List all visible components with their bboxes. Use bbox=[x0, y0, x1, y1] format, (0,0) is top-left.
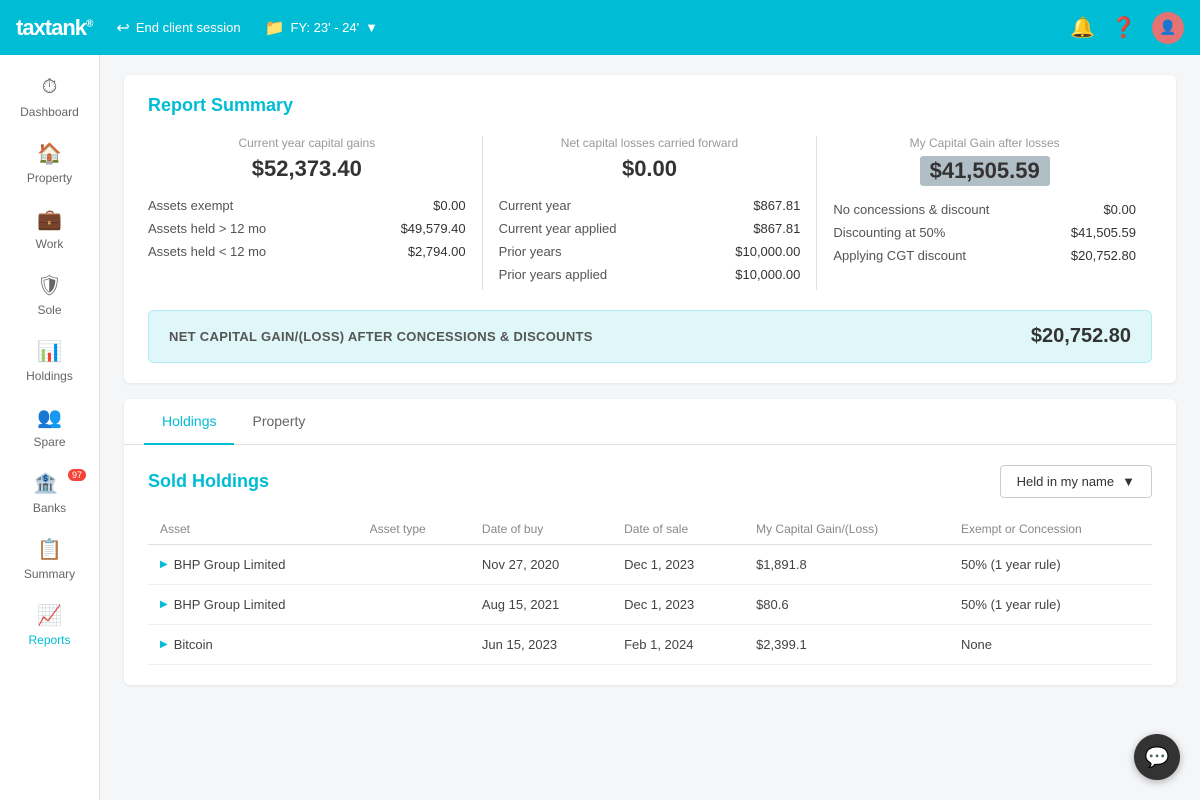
col-header-capital-gain: My Capital Gain/(Loss) bbox=[744, 514, 949, 545]
col-header-asset-type: Asset type bbox=[358, 514, 470, 545]
cell-capital-gain: $80.6 bbox=[744, 585, 949, 625]
top-nav: taxtank® ↩ End client session 📁 FY: 23' … bbox=[0, 0, 1200, 55]
tabs-card: Holdings Property Sold Holdings Held in … bbox=[124, 399, 1176, 685]
cell-asset: ▶ BHP Group Limited bbox=[148, 545, 358, 585]
sold-holdings-header: Sold Holdings Held in my name ▼ bbox=[148, 465, 1152, 498]
spare-icon: 👥 bbox=[36, 403, 64, 431]
col-header-exempt: Exempt or Concession bbox=[949, 514, 1152, 545]
chat-icon: 💬 bbox=[1145, 745, 1170, 770]
tab-property[interactable]: Property bbox=[234, 399, 323, 445]
sidebar-item-banks[interactable]: 🏦97 Banks bbox=[0, 459, 99, 525]
sidebar-item-sole[interactable]: 🛡 Sole bbox=[0, 261, 99, 327]
detail-row-assets-held-gt12: Assets held > 12 mo $49,579.40 bbox=[148, 221, 466, 236]
table-body: ▶ BHP Group Limited Nov 27, 2020 Dec 1, … bbox=[148, 545, 1152, 665]
net-gain-banner: NET CAPITAL GAIN/(LOSS) AFTER CONCESSION… bbox=[148, 310, 1152, 363]
net-gain-label: NET CAPITAL GAIN/(LOSS) AFTER CONCESSION… bbox=[169, 329, 593, 344]
summary-col-net-losses: Net capital losses carried forward $0.00… bbox=[483, 136, 818, 290]
row-expand-icon: ▶ bbox=[160, 599, 168, 610]
cell-date-sale: Dec 1, 2023 bbox=[612, 545, 744, 585]
held-in-my-name-dropdown[interactable]: Held in my name ▼ bbox=[1000, 465, 1152, 498]
chat-bubble-button[interactable]: 💬 bbox=[1134, 734, 1180, 780]
cell-exempt: None bbox=[949, 625, 1152, 665]
row-expand-icon: ▶ bbox=[160, 559, 168, 570]
nav-right: 🔔 ❓ 👤 bbox=[1070, 12, 1184, 44]
detail-row-assets-exempt: Assets exempt $0.00 bbox=[148, 198, 466, 213]
help-button[interactable]: ❓ bbox=[1111, 15, 1136, 40]
current-year-gains-value: $52,373.40 bbox=[252, 156, 362, 181]
sidebar-item-spare[interactable]: 👥 Spare bbox=[0, 393, 99, 459]
end-session-button[interactable]: ↩ End client session bbox=[116, 18, 240, 38]
summary-icon: 📋 bbox=[36, 535, 64, 563]
chevron-down-icon: ▼ bbox=[365, 20, 378, 35]
arrow-left-icon: ↩ bbox=[116, 18, 129, 38]
banks-icon: 🏦97 bbox=[36, 469, 64, 497]
report-summary-title: Report Summary bbox=[148, 95, 1152, 116]
summary-grid: Current year capital gains $52,373.40 As… bbox=[148, 136, 1152, 290]
sidebar-item-holdings[interactable]: 📊 Holdings bbox=[0, 327, 99, 393]
tabs-content: Sold Holdings Held in my name ▼ Asset As… bbox=[124, 445, 1176, 685]
tabs-header: Holdings Property bbox=[124, 399, 1176, 445]
cell-exempt: 50% (1 year rule) bbox=[949, 545, 1152, 585]
cell-date-sale: Feb 1, 2024 bbox=[612, 625, 744, 665]
detail-row-current-year-applied: Current year applied $867.81 bbox=[499, 221, 801, 236]
sidebar-item-property[interactable]: 🏠 Property bbox=[0, 129, 99, 195]
net-losses-value: $0.00 bbox=[622, 156, 677, 181]
main-content: Report Summary Current year capital gain… bbox=[100, 55, 1200, 800]
table-row[interactable]: ▶ Bitcoin Jun 15, 2023 Feb 1, 2024 $2,39… bbox=[148, 625, 1152, 665]
sidebar-item-reports[interactable]: 📈 Reports bbox=[0, 591, 99, 657]
cell-date-buy: Jun 15, 2023 bbox=[470, 625, 612, 665]
sidebar-item-summary[interactable]: 📋 Summary bbox=[0, 525, 99, 591]
sidebar: ⏱ Dashboard 🏠 Property 💼 Work 🛡 Sole 📊 H… bbox=[0, 55, 100, 800]
cell-asset: ▶ BHP Group Limited bbox=[148, 585, 358, 625]
fy-selector[interactable]: 📁 FY: 23' - 24' ▼ bbox=[265, 18, 378, 38]
capital-gain-value: $41,505.59 bbox=[920, 156, 1050, 186]
col-header-asset: Asset bbox=[148, 514, 358, 545]
detail-row-current-year: Current year $867.81 bbox=[499, 198, 801, 213]
net-gain-value: $20,752.80 bbox=[1031, 325, 1131, 348]
avatar[interactable]: 👤 bbox=[1152, 12, 1184, 44]
cell-asset-type bbox=[358, 545, 470, 585]
logo: taxtank® bbox=[16, 15, 92, 41]
cell-date-buy: Nov 27, 2020 bbox=[470, 545, 612, 585]
detail-row-assets-held-lt12: Assets held < 12 mo $2,794.00 bbox=[148, 244, 466, 259]
row-expand-icon: ▶ bbox=[160, 639, 168, 650]
detail-row-no-concessions: No concessions & discount $0.00 bbox=[833, 202, 1136, 217]
work-icon: 💼 bbox=[36, 205, 64, 233]
col-header-date-sale: Date of sale bbox=[612, 514, 744, 545]
col-header-date-buy: Date of buy bbox=[470, 514, 612, 545]
detail-row-discounting-50: Discounting at 50% $41,505.59 bbox=[833, 225, 1136, 240]
table-header: Asset Asset type Date of buy Date of sal… bbox=[148, 514, 1152, 545]
banks-badge: 97 bbox=[68, 469, 86, 481]
chevron-down-icon: ▼ bbox=[1122, 474, 1135, 489]
summary-col-capital-gain: My Capital Gain after losses $41,505.59 … bbox=[817, 136, 1152, 290]
notifications-button[interactable]: 🔔 bbox=[1070, 15, 1095, 40]
holdings-table: Asset Asset type Date of buy Date of sal… bbox=[148, 514, 1152, 665]
sole-icon: 🛡 bbox=[36, 271, 64, 299]
detail-row-cgt-discount: Applying CGT discount $20,752.80 bbox=[833, 248, 1136, 263]
sidebar-item-dashboard[interactable]: ⏱ Dashboard bbox=[0, 63, 99, 129]
cell-asset: ▶ Bitcoin bbox=[148, 625, 358, 665]
table-row[interactable]: ▶ BHP Group Limited Nov 27, 2020 Dec 1, … bbox=[148, 545, 1152, 585]
sidebar-item-work[interactable]: 💼 Work bbox=[0, 195, 99, 261]
cell-capital-gain: $2,399.1 bbox=[744, 625, 949, 665]
cell-date-sale: Dec 1, 2023 bbox=[612, 585, 744, 625]
cell-date-buy: Aug 15, 2021 bbox=[470, 585, 612, 625]
holdings-icon: 📊 bbox=[36, 337, 64, 365]
cell-asset-type bbox=[358, 585, 470, 625]
table-row[interactable]: ▶ BHP Group Limited Aug 15, 2021 Dec 1, … bbox=[148, 585, 1152, 625]
reports-icon: 📈 bbox=[36, 601, 64, 629]
sold-holdings-title: Sold Holdings bbox=[148, 471, 269, 492]
report-summary-card: Report Summary Current year capital gain… bbox=[124, 75, 1176, 383]
cell-asset-type bbox=[358, 625, 470, 665]
dashboard-icon: ⏱ bbox=[36, 73, 64, 101]
detail-row-prior-years-applied: Prior years applied $10,000.00 bbox=[499, 267, 801, 282]
detail-row-prior-years: Prior years $10,000.00 bbox=[499, 244, 801, 259]
calendar-icon: 📁 bbox=[265, 18, 285, 38]
property-icon: 🏠 bbox=[36, 139, 64, 167]
cell-capital-gain: $1,891.8 bbox=[744, 545, 949, 585]
cell-exempt: 50% (1 year rule) bbox=[949, 585, 1152, 625]
tab-holdings[interactable]: Holdings bbox=[144, 399, 234, 445]
summary-col-current-year: Current year capital gains $52,373.40 As… bbox=[148, 136, 483, 290]
layout: ⏱ Dashboard 🏠 Property 💼 Work 🛡 Sole 📊 H… bbox=[0, 55, 1200, 800]
